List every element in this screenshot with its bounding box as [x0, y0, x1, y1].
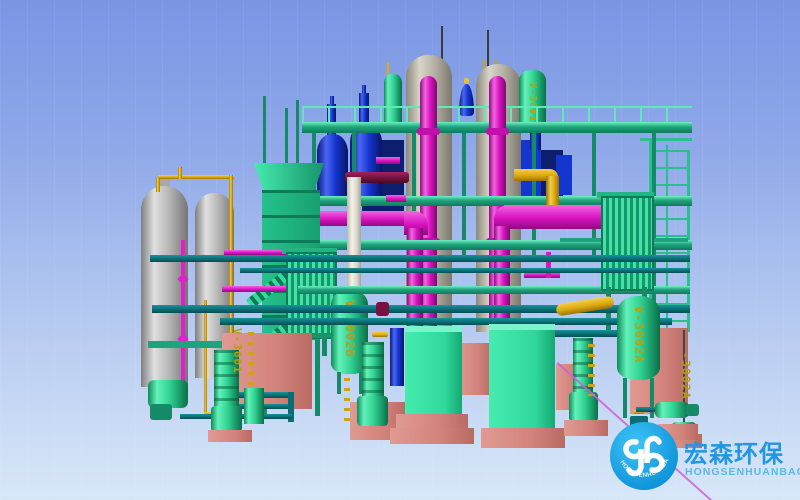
instrument-dashes — [344, 378, 350, 422]
vessel-V3002B-leg — [337, 372, 341, 394]
deck-column — [462, 132, 466, 255]
pump-left-motor — [150, 404, 172, 420]
rear-frame-toprail — [640, 138, 692, 141]
pump-right-pad — [564, 420, 608, 436]
green-tank-2-pedestal — [481, 428, 565, 448]
white-pipe — [347, 177, 361, 291]
tower-post — [263, 96, 266, 166]
pump-left-motor2 — [211, 406, 242, 432]
instrument-dashes — [248, 332, 254, 392]
yellow-cap — [464, 78, 469, 84]
instrument-coil — [588, 344, 595, 396]
yellow-pipe-riser — [204, 300, 207, 414]
plate-hx-left — [286, 252, 337, 339]
teal-pipe-run — [150, 255, 690, 262]
magenta-pipe-right-run — [504, 205, 608, 229]
magenta-stub — [376, 157, 400, 164]
pump-center-flanges — [362, 342, 384, 400]
logo-h-mark: HONGSENHUANBAO — [610, 422, 678, 490]
maroon-valve — [376, 302, 389, 316]
pump-3002A-tag: -3002A — [679, 352, 693, 400]
teal-pipe-run — [220, 318, 672, 325]
plate-hx-foot — [322, 338, 327, 356]
valve-handwheel — [372, 332, 388, 337]
logo-text-english: HONGSENHUANBAO — [685, 466, 800, 478]
tower-leg — [315, 340, 320, 416]
magenta-pipe-left-run — [310, 211, 416, 226]
magenta-stub — [386, 195, 406, 202]
vessel-V3002A-leg — [623, 378, 627, 418]
tower-post — [296, 100, 299, 166]
tower-hopper — [254, 163, 324, 191]
vessel-V3002A-tag: V-3002A — [632, 306, 646, 364]
vessel-V3001-tag: V-3001 — [231, 328, 244, 374]
yellow-pipe-drop — [156, 178, 160, 192]
pump-left-pad — [208, 430, 252, 442]
yellow-pipe-tank-top — [158, 175, 234, 179]
pump-far-right-motor — [686, 404, 699, 416]
yellow-pipe-vertical — [546, 176, 559, 207]
riser-A-flange — [417, 128, 440, 135]
pump-small — [244, 388, 264, 424]
vessel-V3002A-leg — [650, 378, 654, 418]
blue-pump — [390, 328, 404, 386]
plant-3d-viewport: V-3001A — [0, 0, 800, 500]
green-tank-2 — [489, 324, 555, 438]
teal-pipe-run — [240, 268, 690, 273]
tower-post — [285, 108, 288, 166]
yellow-pipe-drop — [178, 167, 182, 179]
logo-badge: HONGSENHUANBAO — [610, 422, 678, 490]
logo-text-chinese: 宏森环保 — [684, 434, 784, 469]
deck-column — [532, 132, 536, 255]
plate-hx-right — [601, 196, 654, 291]
pump-far-right — [655, 402, 689, 418]
riser-B-flange — [486, 128, 509, 135]
green-tank-1-pedestal-step — [390, 428, 474, 444]
deck-column — [592, 132, 596, 255]
pump-center-motor — [357, 396, 388, 426]
